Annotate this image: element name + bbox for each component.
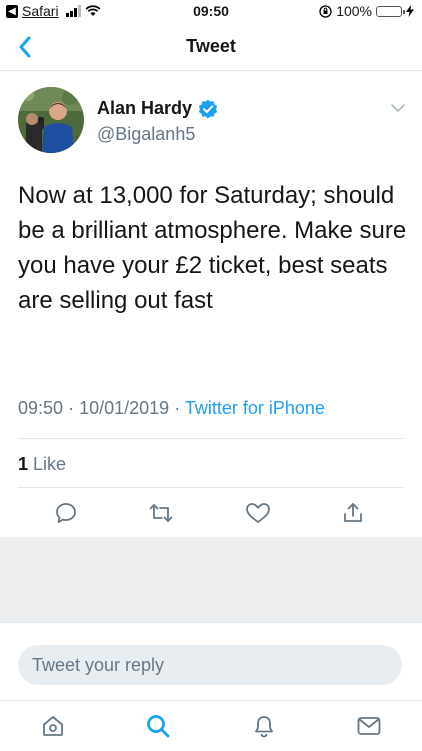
reply-input[interactable]	[18, 645, 402, 685]
charging-icon	[406, 5, 414, 17]
battery-icon	[376, 5, 405, 17]
tab-bar	[0, 700, 422, 751]
tweet-meta: 09:50 · 10/01/2019 · Twitter for iPhone	[18, 398, 325, 419]
meta-separator: ·	[174, 398, 181, 418]
tab-search[interactable]	[143, 711, 173, 741]
tab-notifications[interactable]	[249, 711, 279, 741]
tweet-actions	[0, 498, 422, 530]
avatar[interactable]	[18, 87, 84, 153]
tweet-date: 10/01/2019	[79, 398, 170, 418]
chevron-down-icon	[391, 104, 405, 112]
author-name-text: Alan Hardy	[97, 98, 193, 118]
battery-percent: 100%	[336, 3, 372, 19]
messages-icon	[357, 717, 381, 735]
share-icon	[344, 503, 362, 522]
status-right: 100%	[319, 3, 414, 19]
search-icon	[147, 715, 170, 738]
like-icon	[246, 503, 270, 523]
tweet-time: 09:50	[18, 398, 64, 418]
divider	[18, 487, 404, 488]
tweet-text: Now at 13,000 for Saturday; should be a …	[18, 182, 407, 314]
replies-area	[0, 537, 422, 622]
likes-count: 1	[18, 454, 29, 474]
orientation-lock-icon	[319, 4, 332, 18]
tweet-source-link[interactable]: Twitter for iPhone	[185, 398, 325, 418]
home-icon	[43, 716, 63, 736]
meta-separator: ·	[68, 398, 75, 418]
reply-button[interactable]	[51, 498, 81, 528]
retweet-icon	[149, 504, 173, 522]
more-options-button[interactable]	[390, 100, 406, 118]
author-name[interactable]: Alan Hardy	[97, 98, 218, 119]
like-button[interactable]	[243, 498, 273, 528]
divider	[18, 438, 404, 439]
share-button[interactable]	[338, 498, 368, 528]
likes-summary[interactable]: 1 Like	[18, 454, 66, 475]
reply-composer	[0, 622, 422, 701]
reply-icon	[56, 503, 76, 523]
tab-home[interactable]	[38, 711, 68, 741]
tab-messages[interactable]	[354, 711, 384, 741]
status-bar: ◀ Safari 09:50 100%	[0, 0, 422, 24]
likes-label: Like	[33, 454, 67, 474]
notifications-icon	[255, 716, 273, 738]
author-handle[interactable]: @Bigalanh5	[97, 124, 195, 145]
verified-badge-icon	[198, 99, 218, 118]
retweet-button[interactable]	[146, 498, 176, 528]
nav-bar: Tweet	[0, 24, 422, 71]
page-title: Tweet	[186, 36, 236, 56]
